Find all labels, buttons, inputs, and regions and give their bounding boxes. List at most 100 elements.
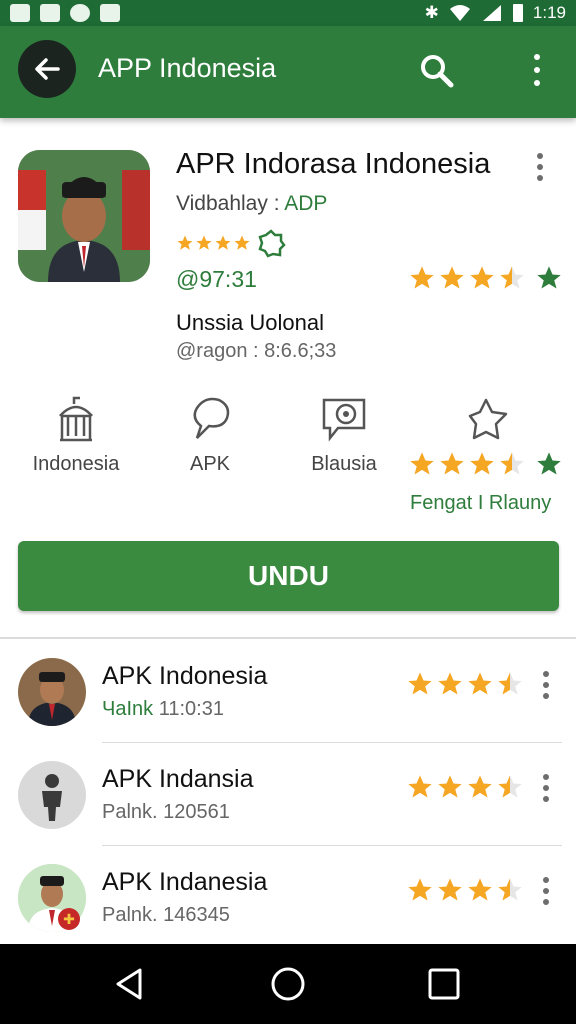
dot: [537, 152, 543, 159]
dot: [534, 53, 540, 60]
feature-indonesia[interactable]: Indonesia: [16, 396, 136, 476]
app-bar: APP Indonesia: [0, 26, 576, 118]
divider: [0, 637, 576, 639]
green-star-icon: [537, 452, 561, 475]
sync-icon: [70, 4, 90, 22]
nav-recents-button[interactable]: [424, 964, 464, 1004]
dot: [543, 773, 549, 780]
star-icon: [410, 452, 434, 475]
nav-back-button[interactable]: [110, 964, 150, 1004]
dot: [537, 175, 543, 182]
star-icon: [440, 266, 464, 289]
signal-icon: [482, 5, 501, 21]
dot: [543, 899, 549, 906]
avatar: [18, 761, 86, 829]
back-button[interactable]: [18, 40, 76, 98]
tag-icon: [100, 4, 120, 22]
star-icon: [196, 235, 212, 250]
star-icon: [468, 672, 492, 695]
price-label: @97:31: [176, 266, 257, 292]
circle-home-icon: [271, 967, 305, 1001]
star-icon: [500, 452, 524, 475]
developer-line: Vidbahlay : ADP: [176, 192, 327, 216]
list-item-more-button[interactable]: [534, 668, 558, 702]
dot: [537, 163, 543, 170]
arrow-left-icon: [35, 58, 60, 80]
star-icon: [438, 672, 462, 695]
person-icon: [42, 774, 62, 821]
star-icon: [408, 775, 432, 798]
list-item-meta: ЧaInk 11:0:31: [102, 698, 224, 721]
list-item-meta: Palnk. 120561: [102, 801, 230, 823]
star-icon: [215, 235, 231, 250]
search-button[interactable]: [418, 52, 456, 90]
overflow-menu-button[interactable]: [522, 50, 552, 90]
star-outline-icon: [468, 398, 508, 440]
star-icon: [410, 266, 434, 289]
mini-rating: [176, 228, 286, 258]
feature-apk[interactable]: APK: [150, 396, 270, 476]
app-bar-title: APP Indonesia: [98, 53, 277, 83]
star-icon: [408, 672, 432, 695]
square-recents-icon: [428, 968, 460, 1000]
star-icon: [438, 878, 462, 901]
avatar: [18, 658, 86, 726]
developer-prefix: Vidbahlay :: [176, 192, 285, 215]
dot: [543, 784, 549, 791]
install-button[interactable]: UNDU: [18, 541, 559, 611]
feature-label: Indonesia: [32, 453, 120, 475]
status-time: 1:19: [532, 3, 566, 22]
wifi-icon: [449, 5, 470, 21]
star-icon: [177, 235, 193, 250]
rating-caption: Fengat I Rlauny: [410, 492, 552, 514]
green-star-icon: [537, 266, 561, 289]
museum-icon: [59, 396, 93, 442]
dot: [543, 887, 549, 894]
list-item-more-button[interactable]: [534, 874, 558, 908]
star-icon: [468, 775, 492, 798]
feature-label: Blausia: [311, 453, 377, 475]
feature-star[interactable]: [466, 396, 510, 447]
nav-home-button[interactable]: [268, 964, 308, 1004]
list-item-more-button[interactable]: [534, 771, 558, 805]
dot: [543, 693, 549, 700]
list-item-rating: [406, 773, 524, 801]
verified-badge-icon: [258, 229, 286, 258]
developer-name[interactable]: ADP: [284, 192, 327, 215]
feature-blausia[interactable]: Blausia: [284, 396, 404, 476]
list-item-meta-value: 11:0:31: [153, 698, 224, 720]
dot: [534, 66, 540, 73]
list-item-meta: Palnk. 146345: [102, 904, 230, 926]
app-more-button[interactable]: [528, 150, 552, 184]
star-icon: [498, 878, 522, 901]
battery-icon: [512, 4, 523, 22]
star-icon: [470, 266, 494, 289]
search-icon: [421, 55, 454, 88]
list-item[interactable]: APK Indonesia ЧaInk 11:0:31: [0, 640, 576, 742]
list-item-rating: [406, 876, 524, 904]
version-line: @ragon : 8:6.6;33: [176, 340, 337, 362]
app-name: APR Indorasa Indonesia: [176, 148, 491, 180]
list-item-title: APK Indanesia: [102, 868, 268, 896]
status-bar: ✱ 1:19: [0, 0, 576, 26]
list-item-title: APK Indonesia: [102, 662, 268, 690]
list-item[interactable]: APK Indansia Palnk. 120561: [0, 743, 576, 845]
chat-swirl-icon: [322, 398, 366, 442]
star-icon: [438, 775, 462, 798]
star-icon: [408, 878, 432, 901]
feature-label: APK: [189, 453, 231, 475]
list-item[interactable]: ✚ APK Indanesia Palnk. 146345: [0, 846, 576, 948]
triangle-back-icon: [116, 968, 142, 1000]
star-icon: [440, 452, 464, 475]
rating-stars-mid: [408, 450, 564, 478]
list-item-tag: ЧaInk: [102, 698, 154, 720]
star-icon: [234, 235, 250, 250]
dot: [543, 876, 549, 883]
bluetooth-icon: ✱: [424, 3, 439, 22]
app-subtitle: Unssia Uolonal: [176, 310, 324, 335]
star-icon: [468, 878, 492, 901]
dot: [543, 796, 549, 803]
star-icon: [498, 775, 522, 798]
badge-icon: ✚: [58, 908, 80, 930]
app-icon-image: [18, 150, 150, 282]
